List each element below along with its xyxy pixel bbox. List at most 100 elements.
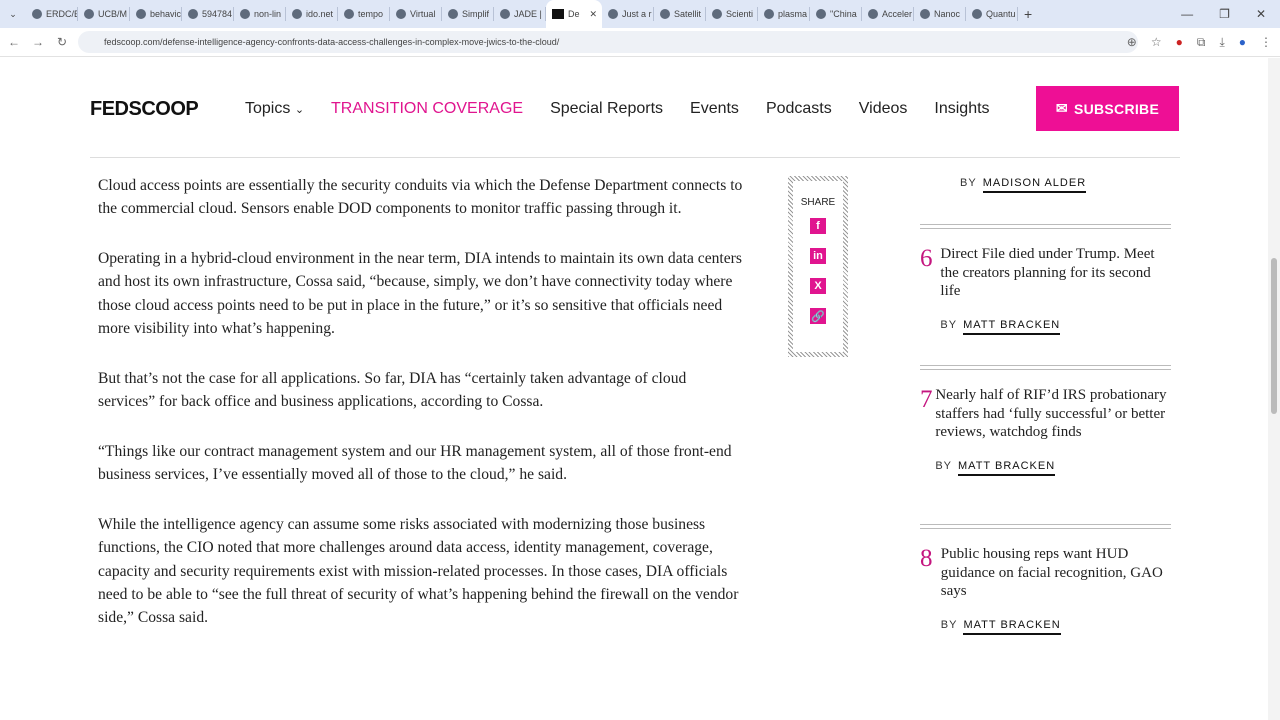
browser-tab[interactable]: 594784 bbox=[182, 7, 234, 21]
most-read-item: 6 Direct File died under Trump. Meet the … bbox=[920, 224, 1171, 335]
most-read-item: 8 Public housing reps want HUD guidance o… bbox=[920, 524, 1171, 635]
tab-title: ido.net bbox=[306, 9, 334, 19]
browser-tab[interactable]: ido.net bbox=[286, 7, 338, 21]
browser-tab[interactable]: Simplif bbox=[442, 7, 494, 21]
reload-icon[interactable]: ↻ bbox=[50, 35, 74, 49]
tab-title: UCB/M bbox=[98, 9, 127, 19]
article-link[interactable]: Direct File died under Trump. Meet the c… bbox=[940, 245, 1171, 301]
restore-icon[interactable]: ❐ bbox=[1219, 7, 1230, 21]
rank-number: 7 bbox=[920, 386, 933, 413]
nav-videos[interactable]: Videos bbox=[859, 100, 908, 118]
browser-tab[interactable]: plasma bbox=[758, 7, 810, 21]
zoom-icon[interactable]: ⊕ bbox=[1127, 35, 1137, 50]
subscribe-label: SUBSCRIBE bbox=[1073, 100, 1160, 117]
subscribe-button[interactable]: ✉ SUBSCRIBE bbox=[1036, 86, 1179, 131]
share-box: SHARE f in X 🔗 bbox=[788, 176, 848, 357]
x-twitter-icon[interactable]: X bbox=[810, 278, 826, 294]
tab-title: Virtual bbox=[410, 9, 436, 19]
favicon-icon bbox=[84, 9, 94, 19]
favicon-icon bbox=[972, 9, 982, 19]
extension-icon[interactable]: ● bbox=[1176, 35, 1183, 50]
favicon-icon bbox=[500, 9, 510, 19]
author-link[interactable]: MATT BRACKEN bbox=[963, 618, 1061, 635]
author-link[interactable]: MADISON ALDER bbox=[982, 177, 1087, 193]
favicon-icon bbox=[32, 9, 42, 19]
favicon-icon bbox=[920, 9, 930, 19]
menu-kebab-icon[interactable]: ⋮ bbox=[1260, 35, 1272, 50]
tab-title: Simplif bbox=[462, 9, 490, 19]
browser-tab[interactable]: "China bbox=[810, 7, 862, 21]
divider bbox=[920, 524, 1171, 529]
forward-icon[interactable]: → bbox=[26, 35, 50, 49]
nav-events[interactable]: Events bbox=[690, 100, 739, 118]
browser-tab[interactable]: Just a r bbox=[602, 7, 654, 21]
close-tab-icon[interactable]: ✕ bbox=[589, 9, 602, 20]
browser-tab[interactable]: behavic bbox=[130, 7, 182, 21]
browser-tab[interactable]: Scienti bbox=[706, 7, 758, 21]
minimize-icon[interactable]: — bbox=[1181, 7, 1193, 21]
tab-title: Nanoc bbox=[934, 9, 961, 19]
favicon-icon bbox=[868, 9, 878, 19]
linkedin-icon[interactable]: in bbox=[810, 248, 826, 264]
browser-tab[interactable]: ERDC/E bbox=[26, 7, 78, 21]
author-link[interactable]: MATT BRACKEN bbox=[958, 459, 1056, 476]
copy-link-icon[interactable]: 🔗 bbox=[810, 308, 826, 324]
nav-topics-label: Topics bbox=[245, 100, 291, 117]
close-window-icon[interactable]: ✕ bbox=[1256, 7, 1266, 21]
nav-insights[interactable]: Insights bbox=[934, 100, 989, 118]
browser-tab[interactable]: Acceler bbox=[862, 7, 914, 21]
back-icon[interactable]: ← bbox=[2, 35, 26, 49]
scrollbar-thumb[interactable] bbox=[1271, 258, 1277, 414]
download-icon[interactable]: ⤓ bbox=[1219, 35, 1224, 50]
top-author-byline: BY MADISON ALDER bbox=[960, 173, 1211, 193]
favicon-icon bbox=[188, 9, 198, 19]
browser-tab[interactable]: De ✕ bbox=[546, 0, 602, 28]
divider bbox=[920, 365, 1171, 370]
scrollbar[interactable] bbox=[1268, 58, 1280, 720]
nav-podcasts[interactable]: Podcasts bbox=[766, 100, 832, 118]
favicon-icon bbox=[292, 9, 302, 19]
tab-title: tempo bbox=[358, 9, 384, 19]
divider bbox=[920, 224, 1171, 229]
browser-tab[interactable]: non-lin bbox=[234, 7, 286, 21]
tab-bar: ⌄ ERDC/E UCB/M behavic 594784 non-lin ido.net… bbox=[0, 0, 1280, 28]
extensions-puzzle-icon[interactable]: ⧉ bbox=[1197, 35, 1206, 50]
article-link[interactable]: Nearly half of RIF’d IRS probationary st… bbox=[935, 386, 1171, 442]
favicon-icon bbox=[552, 9, 564, 19]
browser-tab[interactable]: Virtual bbox=[390, 7, 442, 21]
tab-title: Satellit bbox=[674, 9, 702, 19]
browser-tab[interactable]: UCB/M bbox=[78, 7, 130, 21]
favicon-icon bbox=[136, 9, 146, 19]
chevron-down-icon: ⌄ bbox=[294, 104, 305, 116]
facebook-icon[interactable]: f bbox=[810, 218, 826, 234]
by-label: BY bbox=[935, 459, 953, 472]
nav-special-reports[interactable]: Special Reports bbox=[550, 100, 663, 118]
article-link[interactable]: Public housing reps want HUD guidance on… bbox=[941, 545, 1171, 601]
browser-tab[interactable]: tempo bbox=[338, 7, 390, 21]
rank-number: 8 bbox=[920, 545, 933, 572]
paragraph: Cloud access points are essentially the … bbox=[98, 177, 743, 218]
main-nav: Topics ⌄ TRANSITION COVERAGE Special Rep… bbox=[245, 100, 990, 118]
new-tab-button[interactable]: + bbox=[1024, 6, 1032, 22]
browser-tab[interactable]: Satellit bbox=[654, 7, 706, 21]
nav-transition-coverage[interactable]: TRANSITION COVERAGE bbox=[331, 100, 523, 118]
paragraph: “Things like our contract management sys… bbox=[98, 442, 732, 484]
url-input[interactable]: fedscoop.com/defense-intelligence-agency… bbox=[78, 31, 1138, 53]
header-divider bbox=[90, 157, 1180, 158]
tab-search-icon[interactable]: ⌄ bbox=[0, 9, 26, 20]
mail-icon: ✉ bbox=[1055, 100, 1068, 116]
browser-tab[interactable]: Nanoc bbox=[914, 7, 966, 21]
tab-title: 594784 bbox=[202, 9, 233, 19]
tab-title: Quantu bbox=[986, 9, 1016, 19]
browser-tab[interactable]: JADE | bbox=[494, 7, 546, 21]
profile-avatar-icon[interactable]: ● bbox=[1239, 35, 1246, 50]
favicon-icon bbox=[448, 9, 458, 19]
fedscoop-logo[interactable]: FEDSCOOP bbox=[90, 98, 199, 121]
author-link[interactable]: MATT BRACKEN bbox=[963, 318, 1061, 335]
tab-title: "China bbox=[830, 9, 857, 19]
rank-number: 6 bbox=[920, 245, 933, 272]
favicon-icon bbox=[660, 9, 670, 19]
bookmark-star-icon[interactable]: ☆ bbox=[1151, 35, 1162, 50]
browser-tab[interactable]: Quantu bbox=[966, 7, 1018, 21]
nav-topics[interactable]: Topics ⌄ bbox=[245, 100, 304, 118]
